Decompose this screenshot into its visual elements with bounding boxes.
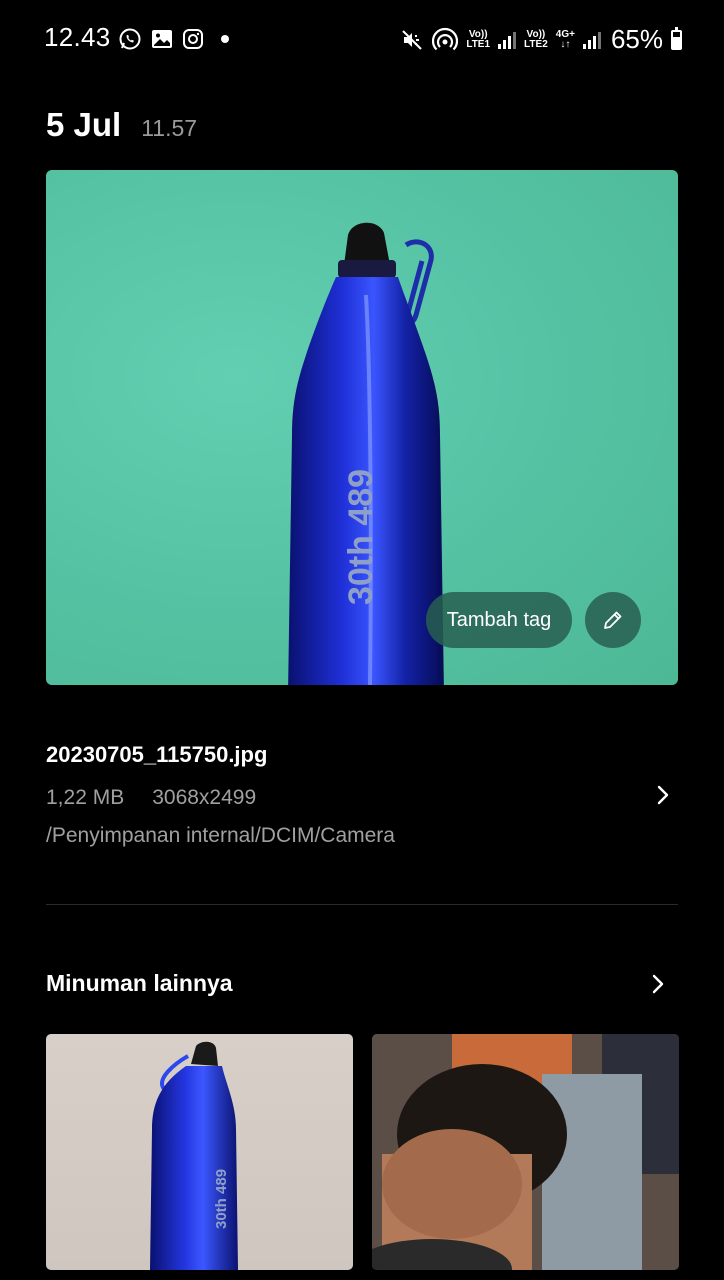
signal-sim2-icon (582, 31, 601, 49)
chevron-right-icon[interactable] (647, 973, 669, 995)
network-type-icon: 4G+ ↓↑ (555, 28, 575, 50)
file-size: 1,22 MB (46, 786, 125, 809)
status-time: 12.43 (44, 22, 111, 52)
pencil-icon (604, 611, 622, 629)
sim2-lte-label: LTE2 (524, 38, 548, 50)
battery-fill (673, 37, 680, 48)
edit-tag-button[interactable] (585, 592, 641, 648)
bottle-text: 30th 489 (342, 469, 380, 605)
sim1-volte-icon: Vo)) LTE1 (466, 28, 491, 50)
instagram-icon (183, 29, 203, 49)
network-type-label: 4G+ (555, 28, 575, 40)
mute-icon (402, 29, 423, 50)
file-resolution: 3068x2499 (152, 786, 257, 809)
sim2-volte-icon: Vo)) LTE2 (524, 28, 548, 50)
whatsapp-icon (119, 28, 141, 50)
signal-sim1-icon (498, 31, 517, 49)
main-photo[interactable]: 30th 489 Tambah tag (46, 170, 678, 685)
photo-date: 5 Jul (46, 106, 122, 143)
sim1-volte-label: Vo)) (468, 28, 488, 40)
related-thumbnail[interactable] (372, 1034, 679, 1270)
add-tag-button[interactable]: Tambah tag (426, 592, 572, 648)
sim1-lte-label: LTE1 (466, 38, 491, 50)
file-name: 20230705_115750.jpg (46, 742, 268, 767)
file-path: /Penyimpanan internal/DCIM/Camera (46, 824, 395, 847)
people-thumbnail-image (372, 1034, 679, 1270)
related-thumbnail[interactable]: 30th 489 (46, 1034, 353, 1270)
battery-percent: 65% (610, 24, 663, 54)
status-right-icons: Vo)) LTE1 Vo)) LTE2 4G+ ↓↑ 65% (400, 24, 682, 55)
battery-icon (671, 26, 682, 50)
file-details[interactable]: 20230705_115750.jpg 1,22 MB 3068x2499 /P… (46, 742, 678, 852)
bottle-thumbnail-image: 30th 489 (150, 1041, 238, 1270)
photo-date-header: 5 Jul 11.57 (46, 106, 197, 144)
photo-time: 11.57 (141, 115, 198, 141)
status-bar: 12.43 Vo)) LTE1 Vo)) LTE2 4G+ ↓↑ 65% (0, 0, 724, 78)
file-meta: 1,22 MB 3068x2499 (46, 786, 678, 810)
notification-dot (221, 35, 229, 43)
status-left-icons (118, 27, 229, 51)
sim2-volte-label: Vo)) (526, 28, 546, 40)
bottle-image: 30th 489 (288, 222, 444, 685)
gallery-icon (152, 30, 172, 48)
thumbnail-bottle-text: 30th 489 (213, 1169, 230, 1229)
related-section-title[interactable]: Minuman lainnya (46, 970, 233, 997)
data-arrows-icon: ↓↑ (560, 38, 571, 50)
hotspot-icon (432, 27, 459, 50)
divider (46, 904, 678, 905)
chevron-right-icon[interactable] (652, 784, 674, 806)
